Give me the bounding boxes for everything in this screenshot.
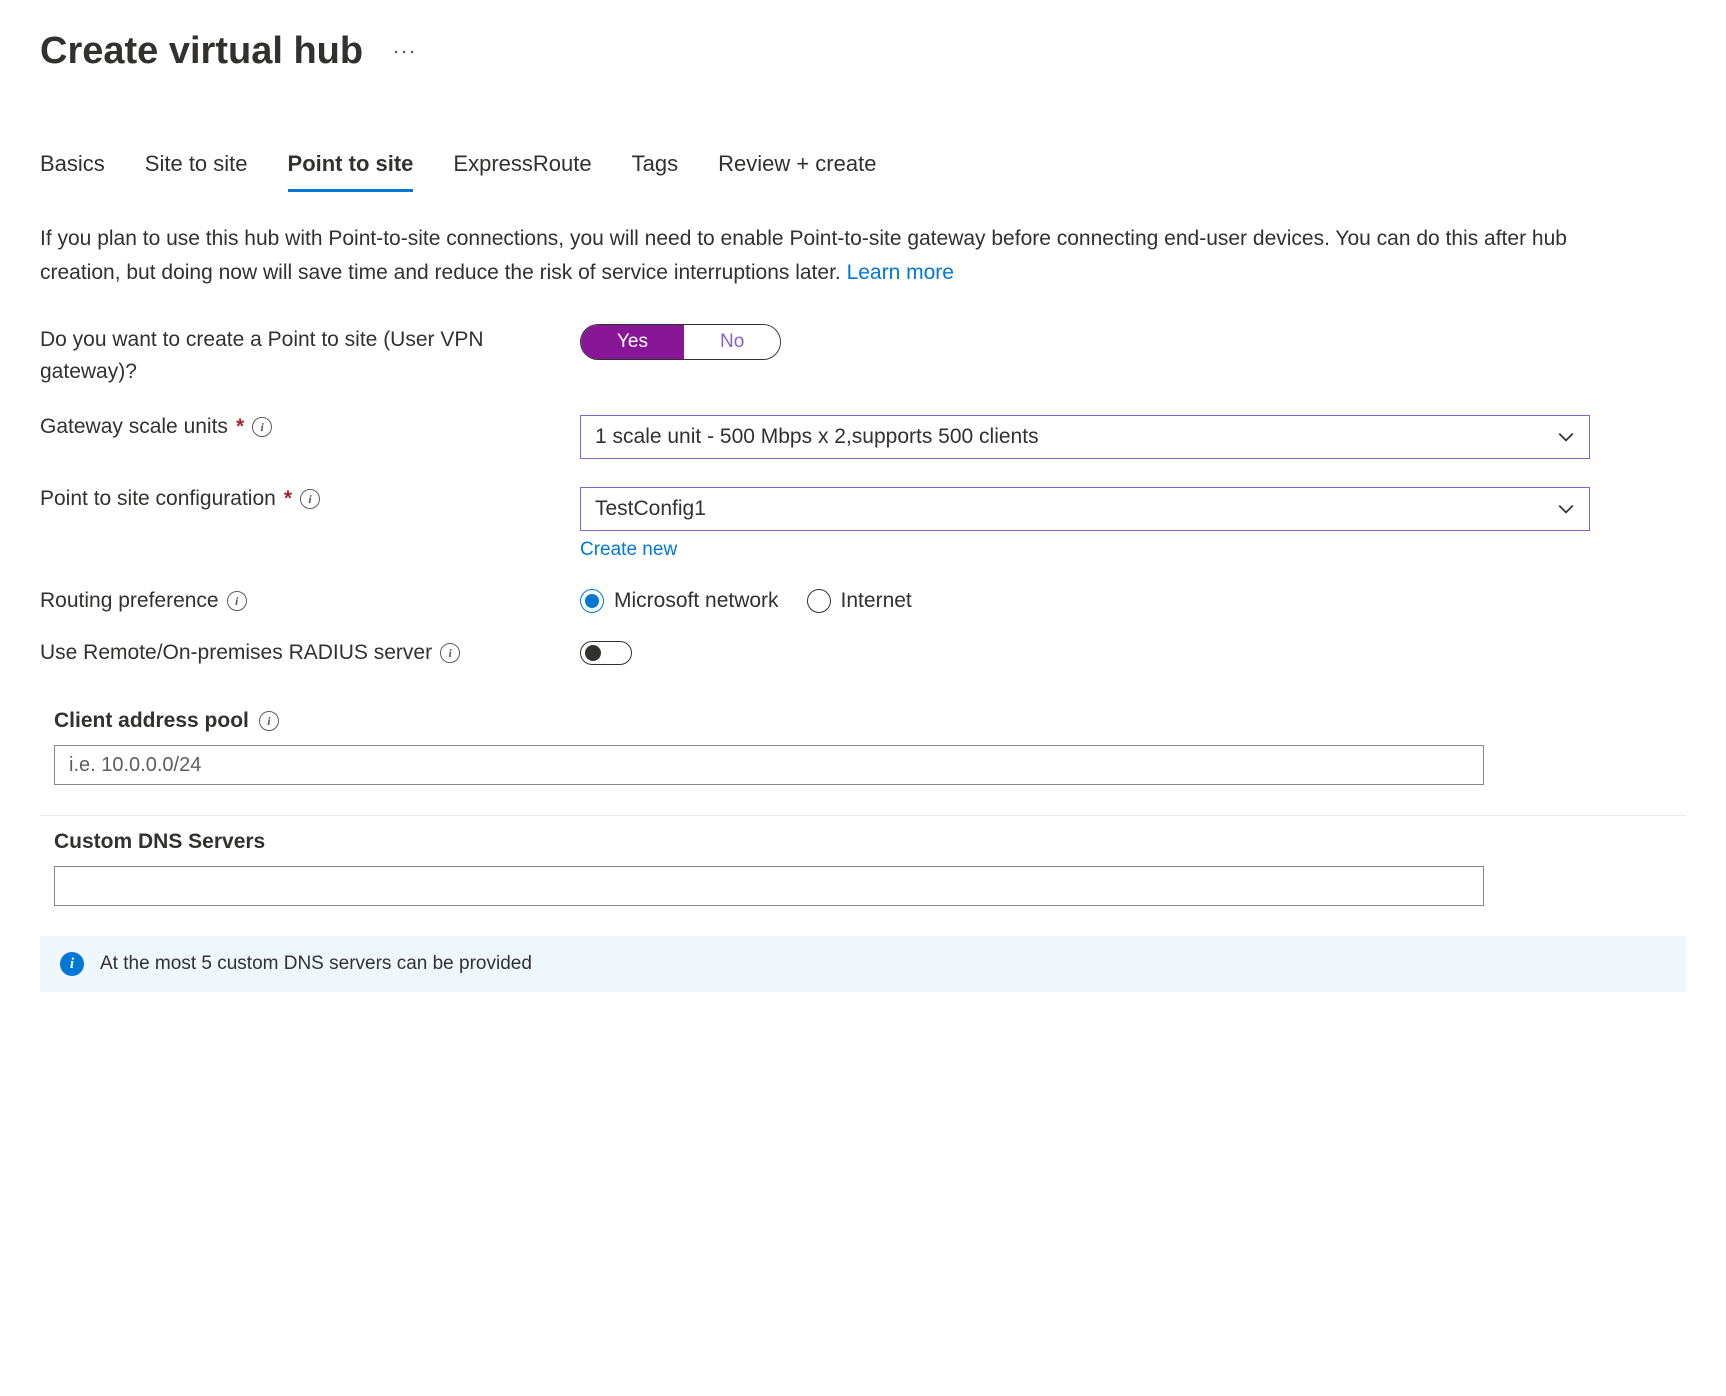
routing-pref-option2-label: Internet bbox=[841, 589, 912, 613]
radio-checked-icon bbox=[580, 589, 604, 613]
chevron-down-icon bbox=[1557, 428, 1575, 446]
more-icon[interactable]: ··· bbox=[393, 41, 417, 62]
radius-label: Use Remote/On-premises RADIUS server bbox=[40, 641, 432, 665]
p2s-gateway-toggle[interactable]: Yes No bbox=[580, 324, 781, 360]
switch-knob bbox=[585, 645, 601, 661]
tab-expressroute[interactable]: ExpressRoute bbox=[453, 143, 591, 192]
info-icon[interactable]: i bbox=[227, 591, 247, 611]
intro-text: If you plan to use this hub with Point-t… bbox=[40, 222, 1600, 289]
tab-point-to-site[interactable]: Point to site bbox=[288, 143, 414, 192]
info-message-text: At the most 5 custom DNS servers can be … bbox=[100, 953, 532, 975]
scale-units-value: 1 scale unit - 500 Mbps x 2,supports 500… bbox=[595, 425, 1039, 449]
tab-tags[interactable]: Tags bbox=[632, 143, 678, 192]
p2s-yes-option[interactable]: Yes bbox=[581, 325, 684, 359]
routing-pref-option1-label: Microsoft network bbox=[614, 589, 779, 613]
routing-pref-radio-group: Microsoft network Internet bbox=[580, 589, 1590, 613]
info-badge-icon: i bbox=[60, 952, 84, 976]
tab-review-create[interactable]: Review + create bbox=[718, 143, 876, 192]
info-icon[interactable]: i bbox=[259, 711, 279, 731]
info-icon[interactable]: i bbox=[300, 489, 320, 509]
client-pool-input[interactable] bbox=[54, 745, 1484, 785]
p2s-no-option[interactable]: No bbox=[684, 325, 780, 359]
required-marker: * bbox=[236, 415, 244, 439]
tab-basics[interactable]: Basics bbox=[40, 143, 105, 192]
create-new-link[interactable]: Create new bbox=[580, 539, 677, 561]
dns-input[interactable] bbox=[54, 866, 1484, 906]
p2s-config-value: TestConfig1 bbox=[595, 497, 706, 521]
info-icon[interactable]: i bbox=[252, 417, 272, 437]
required-marker: * bbox=[284, 487, 292, 511]
radius-switch[interactable] bbox=[580, 641, 632, 665]
tabs-container: Basics Site to site Point to site Expres… bbox=[40, 143, 1686, 192]
learn-more-link[interactable]: Learn more bbox=[847, 261, 954, 284]
routing-pref-ms-network[interactable]: Microsoft network bbox=[580, 589, 779, 613]
routing-pref-label: Routing preference bbox=[40, 589, 219, 613]
routing-pref-internet[interactable]: Internet bbox=[807, 589, 912, 613]
p2s-gateway-label: Do you want to create a Point to site (U… bbox=[40, 324, 580, 387]
dns-label: Custom DNS Servers bbox=[54, 830, 265, 854]
tab-site-to-site[interactable]: Site to site bbox=[145, 143, 248, 192]
p2s-config-dropdown[interactable]: TestConfig1 bbox=[580, 487, 1590, 531]
radio-unchecked-icon bbox=[807, 589, 831, 613]
p2s-config-label: Point to site configuration bbox=[40, 487, 276, 511]
scale-units-label: Gateway scale units bbox=[40, 415, 228, 439]
page-title: Create virtual hub bbox=[40, 30, 363, 73]
info-icon[interactable]: i bbox=[440, 643, 460, 663]
scale-units-dropdown[interactable]: 1 scale unit - 500 Mbps x 2,supports 500… bbox=[580, 415, 1590, 459]
info-bar: i At the most 5 custom DNS servers can b… bbox=[40, 936, 1686, 992]
chevron-down-icon bbox=[1557, 500, 1575, 518]
client-pool-label: Client address pool bbox=[54, 709, 249, 733]
